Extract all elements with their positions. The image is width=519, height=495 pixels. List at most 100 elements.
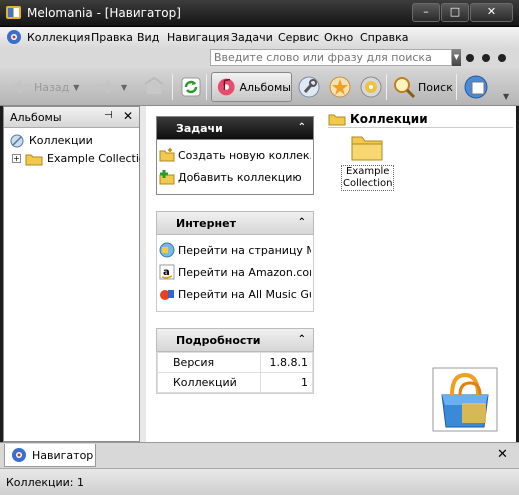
collection-item[interactable]: Example Collection <box>341 132 395 191</box>
grip-dot <box>498 54 506 62</box>
details-title: Подробности <box>176 334 261 347</box>
table-row: Коллекций 1 <box>157 372 313 393</box>
toolbar-overflow-icon[interactable]: ▼ <box>503 92 509 101</box>
folder-icon <box>351 136 383 161</box>
grip-dot <box>482 54 490 62</box>
folder-icon <box>328 114 346 125</box>
internet-link-homepage[interactable]: Перейти на страницу М... <box>159 239 311 261</box>
tree-item-label: Example Collection <box>47 152 153 165</box>
task-link-new-collection[interactable]: Создать новую коллек... <box>159 144 311 166</box>
refresh-icon <box>181 77 201 97</box>
collections-icon <box>10 134 24 147</box>
wrench-icon <box>298 76 320 98</box>
back-label: Назад <box>34 80 70 94</box>
disc-button[interactable] <box>359 72 383 102</box>
menu-navigation[interactable]: Навигация <box>167 31 229 44</box>
details-body: Версия 1.8.8.1 Коллекций 1 <box>156 352 314 394</box>
menu-window[interactable]: Окно <box>324 31 353 44</box>
cd-icon <box>360 76 382 98</box>
grip-dot <box>466 54 474 62</box>
tab-navigator-label: Навигатор <box>32 448 94 462</box>
collapse-icon[interactable]: ⌃ <box>298 217 306 228</box>
svg-text:a: a <box>163 267 170 278</box>
close-icon[interactable]: ✕ <box>123 109 133 123</box>
title-bar: Melomania - [Навигатор] – □ ✕ <box>0 0 519 27</box>
back-arrow-icon <box>12 79 32 95</box>
task-link-label: Добавить коллекцию <box>178 170 302 184</box>
folder-icon <box>25 154 43 165</box>
app-icon <box>6 6 21 19</box>
settings-button[interactable] <box>297 72 321 102</box>
search-input[interactable] <box>210 49 452 66</box>
status-text: Коллекции: 1 <box>6 476 84 489</box>
maximize-button[interactable]: □ <box>441 3 469 22</box>
albums-button[interactable]: Альбомы <box>211 72 292 102</box>
forward-arrow-icon <box>95 79 115 95</box>
globe-icon <box>464 75 488 99</box>
tasks-header[interactable]: Задачи ⌃ <box>156 116 314 140</box>
back-button[interactable]: Назад ▼ <box>10 72 79 102</box>
internet-link-amazon[interactable]: a Перейти на Amazon.com <box>159 261 311 283</box>
toolbar-separator <box>386 74 387 100</box>
collections-header: Коллекции <box>328 110 513 128</box>
pin-icon[interactable]: ⊣ <box>104 110 113 121</box>
close-button[interactable]: ✕ <box>470 3 513 22</box>
table-row: Версия 1.8.8.1 <box>157 352 313 373</box>
expand-icon[interactable]: + <box>12 154 21 163</box>
navigator-icon <box>12 448 26 462</box>
tab-navigator[interactable]: Навигатор <box>4 444 96 467</box>
albums-icon <box>217 78 235 96</box>
new-folder-icon <box>159 148 175 162</box>
menu-help[interactable]: Справка <box>360 31 408 44</box>
collapse-icon[interactable]: ⌃ <box>298 122 306 133</box>
chevron-down-icon[interactable]: ▼ <box>73 83 79 92</box>
details-value: 1.8.8.1 <box>260 352 313 373</box>
forward-button[interactable]: ▼ <box>93 72 127 102</box>
favorites-button[interactable] <box>328 72 352 102</box>
albums-label: Альбомы <box>239 80 291 94</box>
tree-item[interactable]: + Example Collection <box>12 150 153 167</box>
collection-label-line: Collection <box>343 178 393 189</box>
window-title: Melomania - [Навигатор] <box>27 6 181 20</box>
toolbar-separator <box>456 74 457 100</box>
collapse-icon[interactable]: ⌃ <box>298 334 306 345</box>
internet-body: Перейти на страницу М... a Перейти на Am… <box>156 235 314 312</box>
home-icon <box>144 76 164 94</box>
minimize-button[interactable]: – <box>412 3 440 22</box>
albums-panel-title: Альбомы <box>10 111 62 124</box>
menu-view[interactable]: Вид <box>137 31 159 44</box>
menu-bar: Коллекция Правка Вид Навигация Задачи Се… <box>0 27 519 48</box>
menu-tasks[interactable]: Задачи <box>231 31 273 44</box>
internet-title: Интернет <box>176 217 236 230</box>
search-label: Поиск <box>418 80 453 94</box>
amazon-icon: a <box>159 264 175 280</box>
menu-collection[interactable]: Коллекция <box>27 31 90 44</box>
menu-service[interactable]: Сервис <box>278 31 319 44</box>
search-button[interactable]: Поиск <box>392 72 453 102</box>
view-button[interactable] <box>463 72 489 102</box>
albums-panel: Альбомы ⊣ ✕ Коллекции + Example Collecti… <box>3 106 153 442</box>
refresh-button[interactable] <box>180 72 202 102</box>
web-icon <box>159 242 175 258</box>
albums-panel-header: Альбомы ⊣ ✕ <box>4 107 139 128</box>
star-icon <box>329 76 351 98</box>
tasks-title: Задачи <box>176 122 223 135</box>
internet-panel: Интернет ⌃ Перейти на страницу М... a <box>156 211 314 312</box>
menu-edit[interactable]: Правка <box>91 31 133 44</box>
details-header[interactable]: Подробности ⌃ <box>156 328 314 352</box>
collections-header-label: Коллекции <box>350 111 428 126</box>
search-row: ▼ <box>0 48 519 68</box>
tree-root[interactable]: Коллекции <box>9 132 93 149</box>
internet-link-label: Перейти на страницу М... <box>178 243 311 257</box>
up-button[interactable] <box>143 72 165 102</box>
details-table: Версия 1.8.8.1 Коллекций 1 <box>157 352 313 393</box>
internet-header[interactable]: Интернет ⌃ <box>156 211 314 235</box>
toolbar: Назад ▼ ▼ Альбомы Поиск ▼ <box>0 68 519 106</box>
disc-icon[interactable] <box>6 29 22 45</box>
chevron-down-icon[interactable]: ▼ <box>121 83 127 92</box>
internet-link-allmusic[interactable]: Перейти на All Music Guide <box>159 283 311 305</box>
task-link-add-collection[interactable]: Добавить коллекцию <box>159 166 311 188</box>
toolbar-separator <box>206 74 207 100</box>
search-dropdown-arrow[interactable]: ▼ <box>452 49 461 66</box>
close-icon[interactable]: ✕ <box>497 447 508 462</box>
